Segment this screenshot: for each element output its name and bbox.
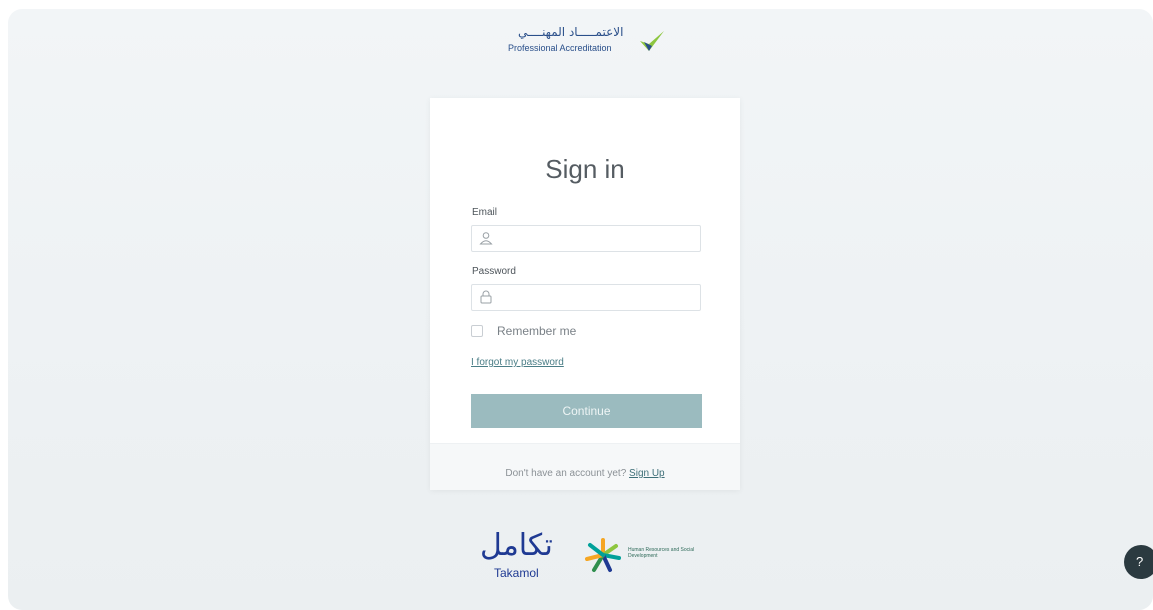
- takamol-arabic: تكامل: [480, 528, 553, 563]
- password-field[interactable]: [498, 287, 700, 310]
- signin-card-footer: [430, 443, 740, 490]
- continue-button[interactable]: Continue: [471, 394, 702, 428]
- brand-arabic-name: الاعتمـــــاد المهنــــي: [518, 25, 624, 39]
- password-field-wrapper: [471, 284, 701, 311]
- brand-english-name: Professional Accreditation: [508, 43, 612, 53]
- forgot-password-link[interactable]: I forgot my password: [471, 357, 564, 368]
- remember-me-label: Remember me: [497, 324, 577, 338]
- email-field-wrapper: [471, 225, 701, 252]
- remember-me-checkbox[interactable]: [471, 325, 483, 337]
- signin-card: Sign in Email Password Remember me I for…: [430, 98, 740, 490]
- ministry-logo: Human Resources and Social Development: [582, 535, 702, 575]
- email-field[interactable]: [498, 228, 700, 251]
- professional-accreditation-logo: الاعتمـــــاد المهنــــي Professional Ac…: [508, 23, 678, 63]
- takamol-logo: تكامل Takamol: [480, 528, 570, 583]
- signup-link[interactable]: Sign Up: [629, 468, 665, 479]
- app-window: الاعتمـــــاد المهنــــي Professional Ac…: [8, 9, 1153, 610]
- checkmark-logo-icon: [640, 31, 664, 51]
- help-button[interactable]: ?: [1124, 545, 1153, 579]
- signup-prompt: Don't have an account yet? Sign Up: [430, 468, 740, 479]
- remember-me-toggle[interactable]: Remember me: [471, 324, 576, 338]
- page-title: Sign in: [545, 154, 625, 184]
- no-account-text: Don't have an account yet?: [505, 468, 627, 479]
- question-icon: ?: [1136, 554, 1144, 569]
- ministry-emblem-icon: [585, 538, 621, 572]
- ministry-name: Human Resources and Social Development: [628, 547, 695, 559]
- takamol-english: Takamol: [494, 566, 539, 580]
- user-icon: [479, 232, 493, 245]
- lock-icon: [480, 290, 492, 304]
- password-label: Password: [472, 266, 516, 277]
- email-label: Email: [472, 207, 498, 218]
